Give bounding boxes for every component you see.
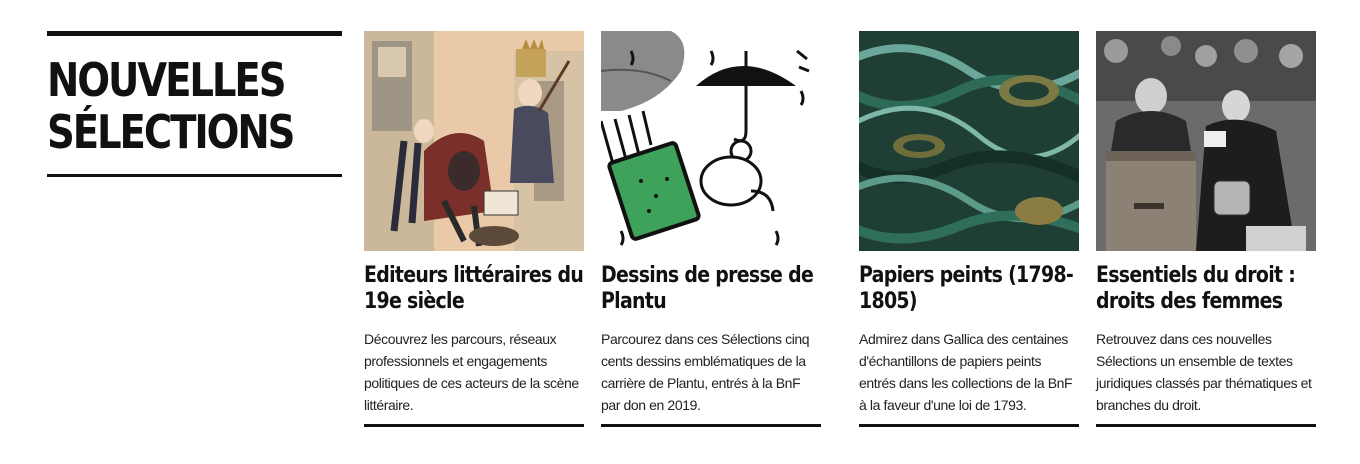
ballot-box-photo[interactable] — [1096, 31, 1316, 251]
marbled-pattern-illustration[interactable] — [859, 31, 1079, 251]
card-title[interactable]: Editeurs littéraires du 19e siècle — [364, 263, 584, 315]
card-description: Parcourez dans ces Sélections cinq cents… — [601, 331, 810, 413]
card-title[interactable]: Essentiels du droit : droits des femmes — [1096, 263, 1316, 315]
card-title[interactable]: Papiers peints (1798-1805) — [859, 263, 1079, 315]
card-bottom-rule — [1096, 424, 1316, 427]
selection-card-papiers-peints[interactable]: Papiers peints (1798-1805) Admirez dans … — [859, 31, 1079, 427]
header-top-rule — [47, 31, 342, 36]
selection-card-plantu[interactable]: Dessins de presse de Plantu Parcourez da… — [601, 31, 821, 427]
caricature-illustration[interactable] — [364, 31, 584, 251]
card-bottom-rule — [364, 424, 584, 427]
card-description: Retrouvez dans ces nouvelles Sélections … — [1096, 331, 1312, 413]
section-header: NOUVELLES SÉLECTIONS — [47, 31, 342, 177]
card-title[interactable]: Dessins de presse de Plantu — [601, 263, 821, 315]
section-title: NOUVELLES SÉLECTIONS — [47, 53, 295, 159]
selection-card-droits-femmes[interactable]: Essentiels du droit : droits des femmes … — [1096, 31, 1316, 427]
header-bottom-rule — [47, 174, 342, 177]
card-description: Découvrez les parcours, réseaux professi… — [364, 331, 579, 413]
umbrella-cartoon-illustration[interactable] — [601, 31, 821, 251]
card-description: Admirez dans Gallica des centaines d'éch… — [859, 331, 1073, 413]
card-bottom-rule — [859, 424, 1079, 427]
selection-card-editeurs[interactable]: Editeurs littéraires du 19e siècle Décou… — [364, 31, 584, 427]
card-bottom-rule — [601, 424, 821, 427]
